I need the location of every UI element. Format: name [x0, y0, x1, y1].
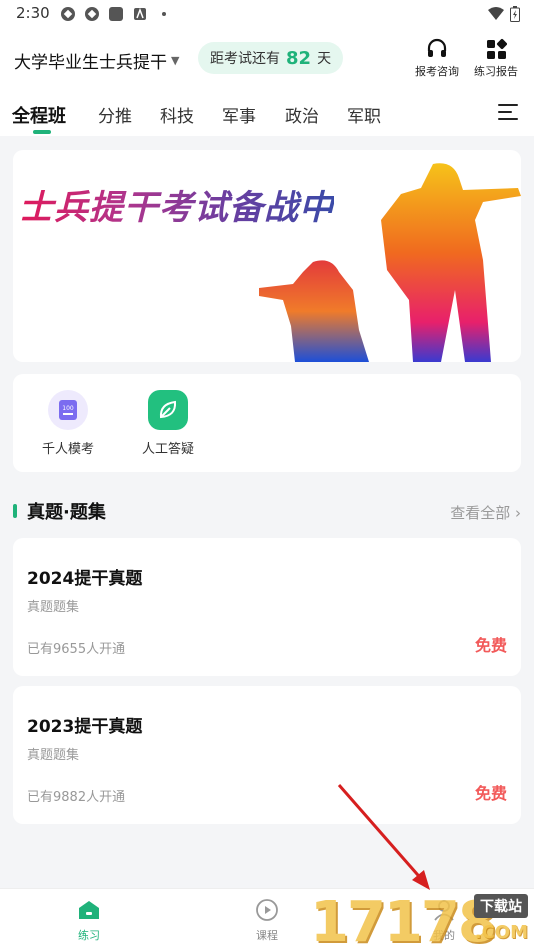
app-square-icon [109, 7, 123, 21]
watermark-badge: 下载站 [474, 894, 528, 918]
font-icon [134, 7, 146, 20]
soldier-silhouette-image [259, 163, 521, 362]
quick-action-qa[interactable]: 人工答疑 [123, 390, 213, 457]
countdown-suffix: 天 [317, 51, 332, 67]
tab-0[interactable]: 全程班 [12, 102, 66, 128]
set-price: 免费 [474, 636, 507, 655]
shield-icon [61, 7, 75, 21]
site-watermark: 17178 下载站 .COM [300, 888, 534, 950]
play-icon [256, 899, 278, 921]
quick-action-label: 千人模考 [41, 442, 94, 457]
question-set-card[interactable]: 2024提干真题 真题题集 已有9655人开通 免费 [13, 538, 521, 676]
tab-4[interactable]: 政治 [285, 102, 319, 127]
status-time: 2:30 [16, 4, 50, 22]
tab-1[interactable]: 分推 [98, 102, 132, 127]
status-system-icons [488, 6, 520, 22]
quick-action-label: 人工答疑 [141, 442, 194, 457]
view-all-link[interactable]: 查看全部 › [450, 502, 521, 523]
exam-countdown: 距考试还有 82 天 [198, 42, 344, 74]
category-tabs: 全程班 分推 科技 军事 政治 军职 [0, 90, 534, 136]
tab-2[interactable]: 科技 [160, 102, 194, 127]
report-label: 练习报告 [474, 65, 518, 78]
countdown-days: 82 [286, 47, 312, 69]
question-set-card[interactable]: 2023提干真题 真题题集 已有9882人开通 免费 [13, 686, 521, 824]
nav-practice[interactable]: 练习 [59, 899, 119, 943]
consult-button[interactable]: 报考咨询 [411, 38, 463, 79]
tab-5[interactable]: 军职 [347, 102, 381, 127]
active-tab-indicator [33, 130, 51, 134]
exam-selector[interactable]: 大学毕业生士兵提干 ▼ [14, 48, 179, 73]
status-notification-icons [60, 6, 172, 22]
caret-down-icon: ▼ [171, 54, 180, 67]
leaf-icon [148, 390, 188, 430]
home-icon [79, 901, 99, 919]
promo-banner[interactable]: 士兵提干考试备战中 [13, 150, 521, 362]
watermark-domain: .COM [474, 922, 528, 943]
menu-icon[interactable] [498, 104, 518, 125]
set-title: 2023提干真题 [27, 717, 143, 737]
practice-report-button[interactable]: 练习报告 [470, 38, 522, 79]
set-enroll-count: 已有9882人开通 [27, 790, 126, 805]
section-accent-bar [13, 504, 17, 518]
nav-label: 课程 [256, 929, 278, 942]
grid-icon [487, 38, 507, 59]
svg-text:100: 100 [62, 405, 74, 412]
watermark-number: 17178 [310, 890, 497, 950]
tab-3[interactable]: 军事 [222, 102, 256, 127]
set-enroll-count: 已有9655人开通 [27, 642, 126, 657]
section-title: 真题·题集 [27, 502, 106, 523]
wifi-icon [488, 7, 504, 20]
dot-icon [162, 12, 166, 16]
status-bar: 2:30 [0, 0, 534, 30]
set-title: 2024提干真题 [27, 569, 143, 589]
chevron-right-icon: › [515, 504, 521, 522]
nav-courses[interactable]: 课程 [237, 899, 297, 943]
quick-action-mock-exam[interactable]: 100 千人模考 [23, 390, 113, 457]
exam-title: 大学毕业生士兵提干 [14, 53, 167, 73]
consult-label: 报考咨询 [415, 65, 459, 78]
set-subtitle: 真题题集 [27, 600, 80, 615]
top-header: 大学毕业生士兵提干 ▼ 距考试还有 82 天 报考咨询 练习报告 [0, 30, 534, 90]
section-header: 真题·题集 查看全部 › [13, 496, 521, 526]
quick-actions-card: 100 千人模考 人工答疑 [13, 374, 521, 472]
set-price: 免费 [474, 784, 507, 803]
countdown-prefix: 距考试还有 [210, 51, 280, 67]
set-subtitle: 真题题集 [27, 748, 80, 763]
exam-paper-icon: 100 [48, 390, 88, 430]
nav-label: 练习 [78, 929, 100, 942]
headset-icon [427, 38, 447, 57]
shield-icon [85, 7, 99, 21]
battery-icon [510, 6, 520, 22]
